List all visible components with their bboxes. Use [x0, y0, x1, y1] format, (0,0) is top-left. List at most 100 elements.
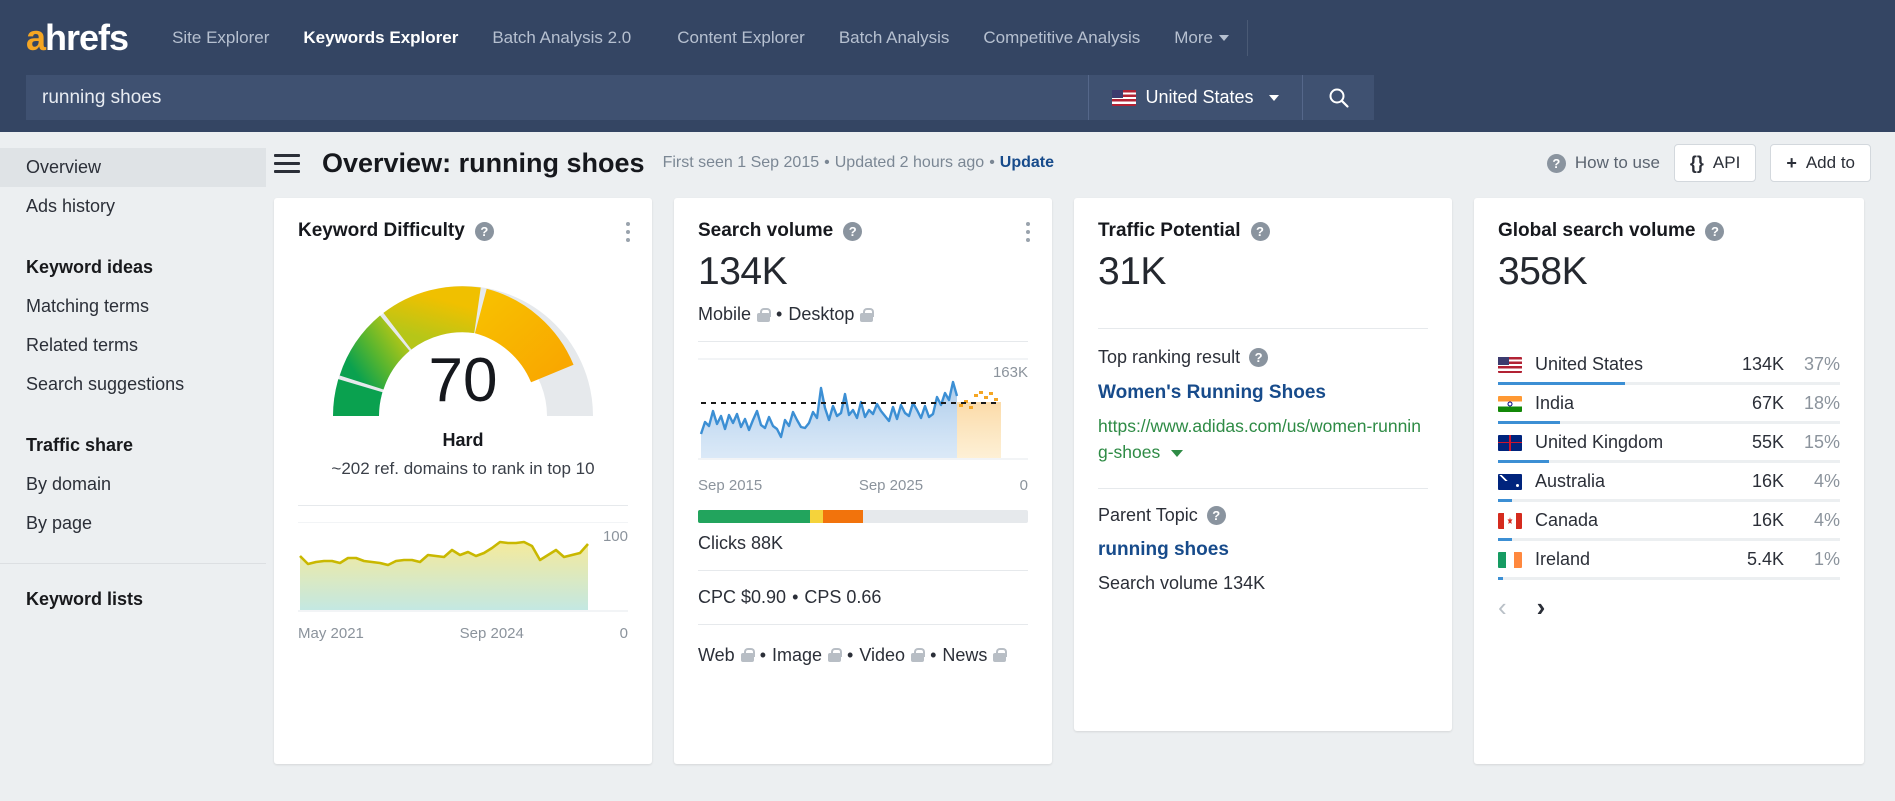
gsv-spacer	[1498, 294, 1840, 346]
api-button[interactable]: {} API	[1673, 144, 1757, 182]
country-volume: 67K	[1751, 393, 1784, 413]
sidebar-item-related-terms[interactable]: Related terms	[0, 326, 266, 365]
ahrefs-logo[interactable]: ahrefs	[26, 17, 129, 59]
country-bar-track	[1498, 421, 1840, 424]
sv-history-chart[interactable]: 163K Sep 2015 Sep 2025 0	[698, 358, 1028, 494]
separator-dot: •	[776, 304, 783, 324]
kd-history-svg	[298, 521, 628, 612]
parent-topic-label: Parent Topic	[1098, 504, 1198, 525]
question-mark-icon[interactable]: ?	[843, 221, 863, 241]
clicks-segment-mixed	[810, 510, 824, 523]
nav-site-explorer[interactable]: Site Explorer	[172, 28, 269, 48]
sidebar-item-matching-terms[interactable]: Matching terms	[0, 287, 266, 326]
sv-divider-1	[698, 341, 1028, 342]
sv-card-menu-icon[interactable]	[1026, 222, 1030, 246]
nav-content-explorer[interactable]: Content Explorer	[677, 28, 805, 48]
traffic-potential-card: Traffic Potential ? 31K Top ranking resu…	[1074, 198, 1452, 731]
country-percent: 37%	[1803, 354, 1840, 374]
country-name: India	[1535, 393, 1575, 413]
pagination-next-button[interactable]: ›	[1537, 594, 1546, 620]
search-submit-button[interactable]	[1302, 75, 1374, 120]
serp-news-label: News	[942, 645, 988, 665]
question-mark-icon[interactable]: ?	[474, 221, 494, 241]
country-row[interactable]: Ireland 5.4K 1%	[1498, 541, 1840, 577]
lock-icon	[911, 648, 926, 663]
nav-batch-analysis-2[interactable]: Batch Analysis 2.0	[492, 28, 631, 48]
country-row[interactable]: United States 134K 37%	[1498, 346, 1840, 382]
sv-value: 134K	[698, 250, 788, 293]
parent-topic-link[interactable]: running shoes	[1098, 539, 1428, 561]
sidebar-item-search-suggestions[interactable]: Search suggestions	[0, 365, 266, 404]
country-bar-track	[1498, 382, 1840, 385]
sv-chart-max-label: 163K	[992, 364, 1028, 381]
question-mark-icon[interactable]: ?	[1249, 348, 1269, 367]
search-widget: United States	[26, 75, 1374, 120]
clicks-distribution-bar	[698, 510, 1028, 523]
question-mark-icon[interactable]: ?	[1705, 221, 1725, 241]
sidebar-item-by-page[interactable]: By page	[0, 504, 266, 543]
parent-topic-label-row: Parent Topic ?	[1098, 505, 1428, 526]
country-row[interactable]: Canada 16K 4%	[1498, 502, 1840, 538]
sidebar-heading-keyword-ideas: Keyword ideas	[26, 257, 154, 277]
question-mark-icon[interactable]: ?	[1250, 221, 1270, 241]
country-row[interactable]: India 67K 18%	[1498, 385, 1840, 421]
country-bar-fill	[1498, 499, 1512, 502]
search-volume-card: Search volume ? 134K Mobile • Desktop 16…	[674, 198, 1052, 764]
sv-card-header: Search volume ?	[698, 220, 1028, 242]
menu-toggle-icon[interactable]	[274, 149, 300, 178]
country-percent: 1%	[1813, 549, 1840, 569]
serp-image-label: Image	[772, 645, 823, 665]
chevron-down-icon	[1218, 35, 1229, 42]
kd-gauge: 70 Hard ~202 ref. domains to rank in top…	[298, 256, 628, 479]
nav-more[interactable]: More	[1174, 28, 1229, 48]
tp-value: 31K	[1098, 250, 1166, 293]
sv-card-title: Search volume	[698, 220, 834, 241]
nav-more-label: More	[1174, 27, 1213, 47]
top-navigation-bar: ahrefs Site Explorer Keywords Explorer B…	[0, 0, 1895, 75]
kd-chart-x-end: Sep 2024	[459, 625, 524, 642]
add-to-label: Add to	[1805, 153, 1855, 172]
how-to-use-button[interactable]: ? How to use	[1546, 153, 1660, 173]
country-row[interactable]: United Kingdom 55K 15%	[1498, 424, 1840, 460]
keyword-search-input[interactable]	[26, 75, 1088, 120]
api-label: API	[1712, 153, 1741, 172]
country-row[interactable]: Australia 16K 4%	[1498, 463, 1840, 499]
country-bar-track	[1498, 577, 1840, 580]
clicks-label: Clicks 88K	[698, 533, 784, 553]
chevron-down-icon[interactable]	[1171, 450, 1184, 458]
sidebar-heading-keyword-lists[interactable]: Keyword lists	[0, 580, 266, 619]
kd-history-chart[interactable]: 100 May 2021 Sep 2024 0	[298, 521, 628, 642]
nav-keywords-explorer[interactable]: Keywords Explorer	[303, 28, 458, 48]
sidebar-item-by-domain[interactable]: By domain	[0, 465, 266, 504]
country-selector[interactable]: United States	[1088, 75, 1302, 120]
kd-ref-domains-note: ~202 ref. domains to rank in top 10	[331, 459, 595, 478]
top-ranking-result-title[interactable]: Women's Running Shoes	[1098, 382, 1428, 404]
separator-dot: •	[847, 645, 854, 665]
tp-card-title: Traffic Potential	[1098, 220, 1241, 241]
update-link[interactable]: Update	[1000, 154, 1054, 171]
sidebar-item-ads-history[interactable]: Ads history	[0, 187, 266, 226]
country-bar-fill	[1498, 460, 1550, 463]
serp-video-label: Video	[859, 645, 906, 665]
top-ranking-result-url[interactable]: https://www.adidas.com/us/women-running-…	[1098, 413, 1428, 466]
country-percent: 4%	[1813, 510, 1840, 530]
nav-batch-analysis[interactable]: Batch Analysis	[839, 28, 950, 48]
flag-au-icon	[1498, 473, 1522, 490]
add-to-button[interactable]: + Add to	[1770, 144, 1871, 182]
braces-icon: {}	[1689, 152, 1704, 173]
lock-icon	[993, 648, 1008, 663]
nav-divider	[1246, 19, 1248, 56]
pagination-prev-button[interactable]: ‹	[1498, 594, 1507, 620]
sidebar-item-overview[interactable]: Overview	[0, 148, 266, 187]
main-content: Overview: running shoes First seen 1 Sep…	[266, 132, 1895, 801]
question-mark-icon[interactable]: ?	[1206, 505, 1226, 525]
sv-chart-x-start: Sep 2015	[698, 477, 763, 494]
kd-card-menu-icon[interactable]	[626, 222, 630, 246]
nav-competitive-analysis[interactable]: Competitive Analysis	[983, 28, 1140, 48]
flag-us-icon	[1112, 89, 1137, 106]
parent-topic-volume: Search volume 134K	[1098, 572, 1266, 593]
kd-card-title: Keyword Difficulty	[298, 220, 465, 241]
sidebar-heading-traffic-share: Traffic share	[26, 435, 134, 455]
tp-divider-2	[1098, 487, 1428, 489]
separator-dot: •	[759, 645, 766, 665]
